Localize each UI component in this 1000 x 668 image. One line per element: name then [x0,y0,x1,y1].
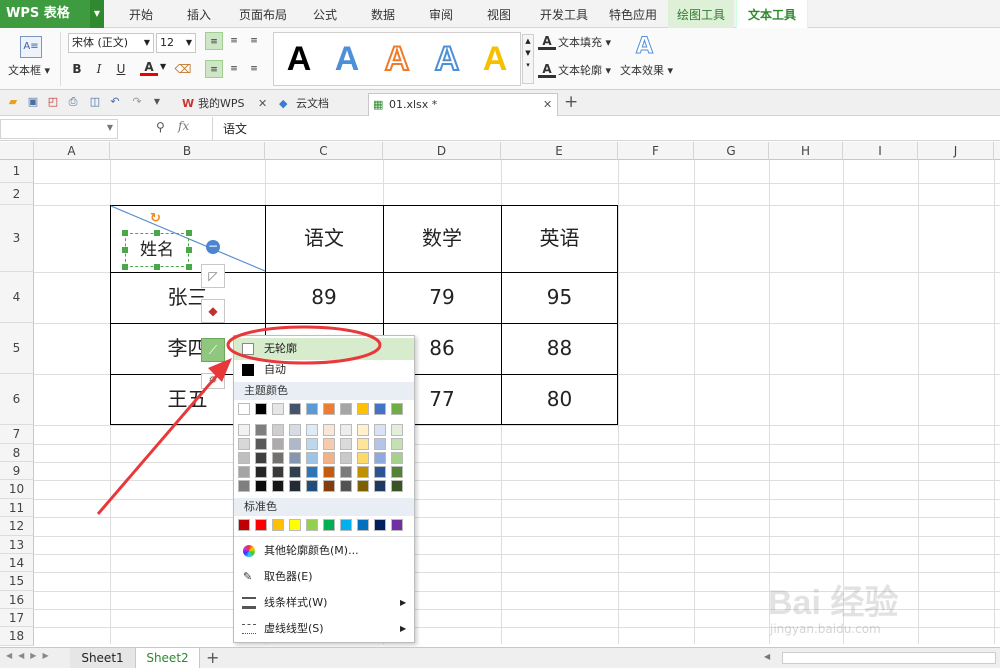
add-sheet-plus-icon[interactable]: + [206,648,219,667]
sheet-nav-arrows-icon[interactable]: ◀◀▶▶ [6,651,55,660]
pointer-arrow-line [96,371,222,515]
annotation-overlay [96,325,382,515]
pointer-arrow-head [208,358,232,382]
highlight-ellipse [226,325,382,365]
sheet-tab-bar: ◀◀▶▶ Sheet1 Sheet2 + ◀ [0,647,1000,668]
baidu-watermark-url: jingyan.baidu.com [770,622,881,636]
scroll-left-icon[interactable]: ◀ [764,652,770,661]
sheet-tab[interactable]: Sheet1 [70,648,136,668]
baidu-watermark-logo: Bai 经验 [768,584,899,622]
sheet-tab-active[interactable]: Sheet2 [136,648,200,668]
horizontal-scrollbar[interactable] [782,652,996,664]
